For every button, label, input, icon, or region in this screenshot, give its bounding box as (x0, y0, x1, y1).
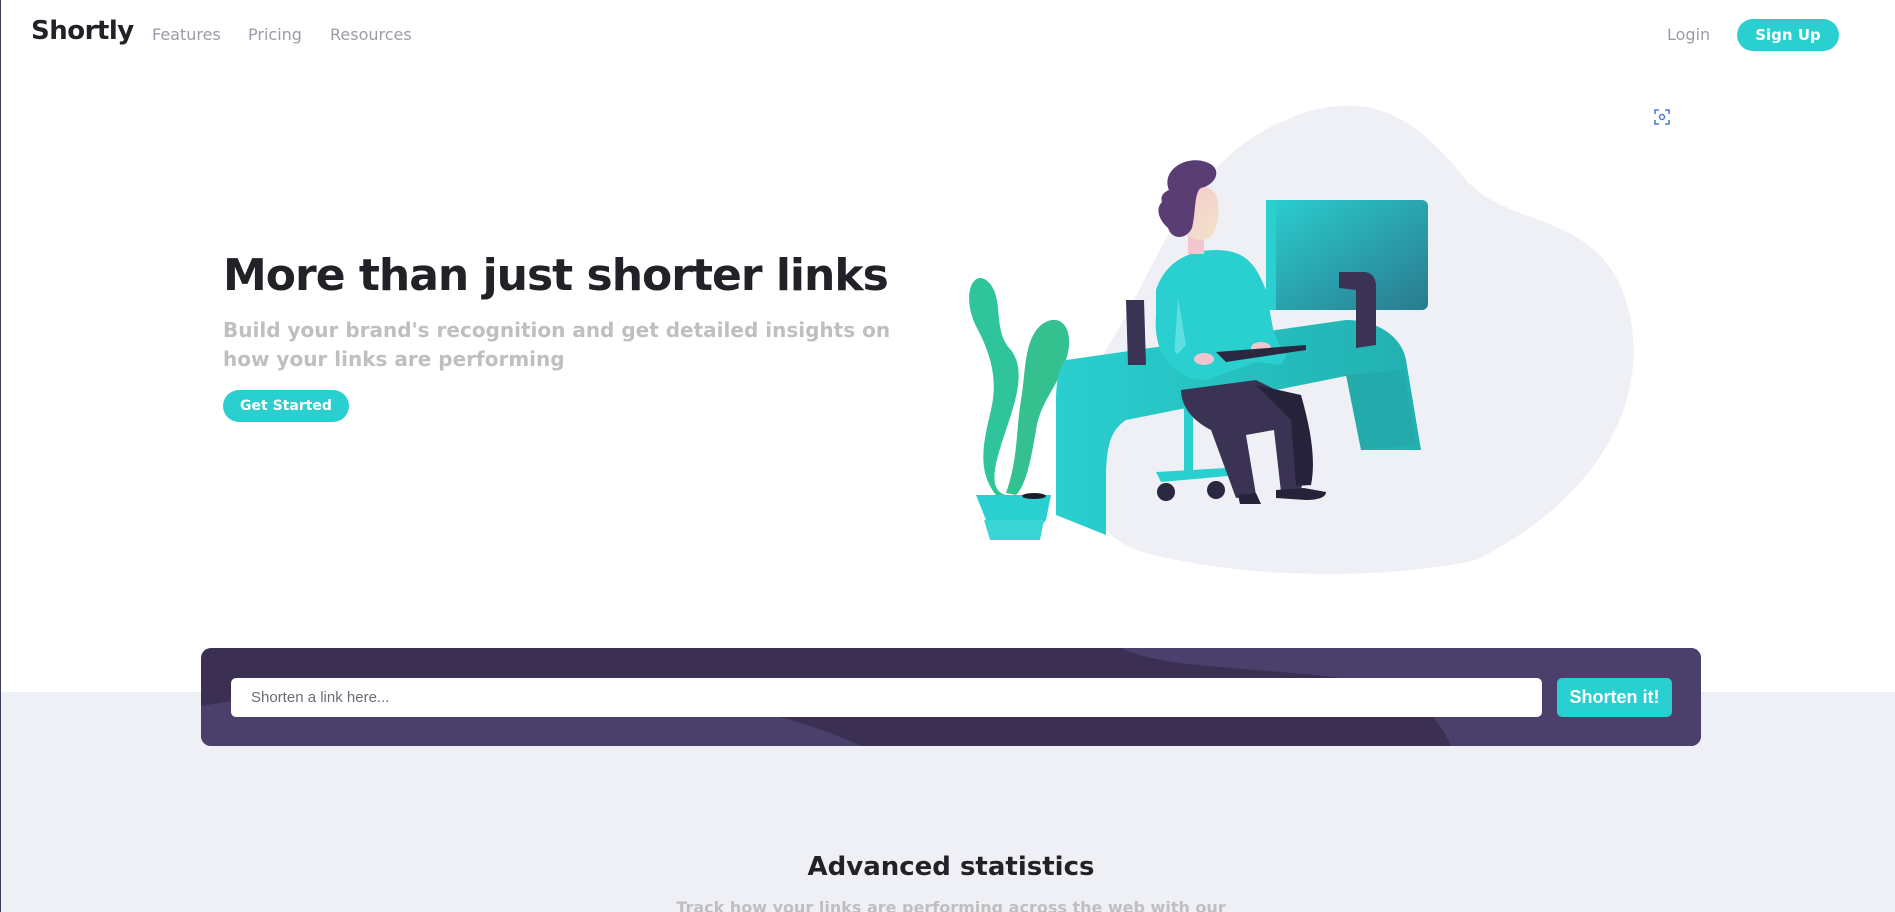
header: Shortly Features Pricing Resources Login… (1, 0, 1895, 70)
nav-features[interactable]: Features (152, 25, 221, 44)
shorten-button[interactable]: Shorten it! (1557, 678, 1672, 717)
hero-subtitle: Build your brand's recognition and get d… (223, 318, 891, 371)
hero-illustration (969, 105, 1634, 574)
shorten-panel: Shorten it! (201, 648, 1701, 746)
nav-resources[interactable]: Resources (330, 25, 412, 44)
plant (969, 278, 1070, 540)
login-link[interactable]: Login (1667, 25, 1710, 44)
stats-subtitle: Track how your links are performing acro… (676, 898, 1226, 912)
hero-title: More than just shorter links (223, 250, 889, 301)
shorten-input[interactable] (231, 678, 1542, 717)
scan-icon[interactable] (1654, 109, 1670, 125)
nav-pricing[interactable]: Pricing (248, 25, 302, 44)
page: Shortly Features Pricing Resources Login… (0, 0, 1895, 912)
get-started-button[interactable]: Get Started (223, 390, 349, 422)
sign-up-button[interactable]: Sign Up (1737, 19, 1839, 51)
stats-title: Advanced statistics (807, 852, 1095, 882)
logo[interactable]: Shortly (31, 16, 134, 46)
